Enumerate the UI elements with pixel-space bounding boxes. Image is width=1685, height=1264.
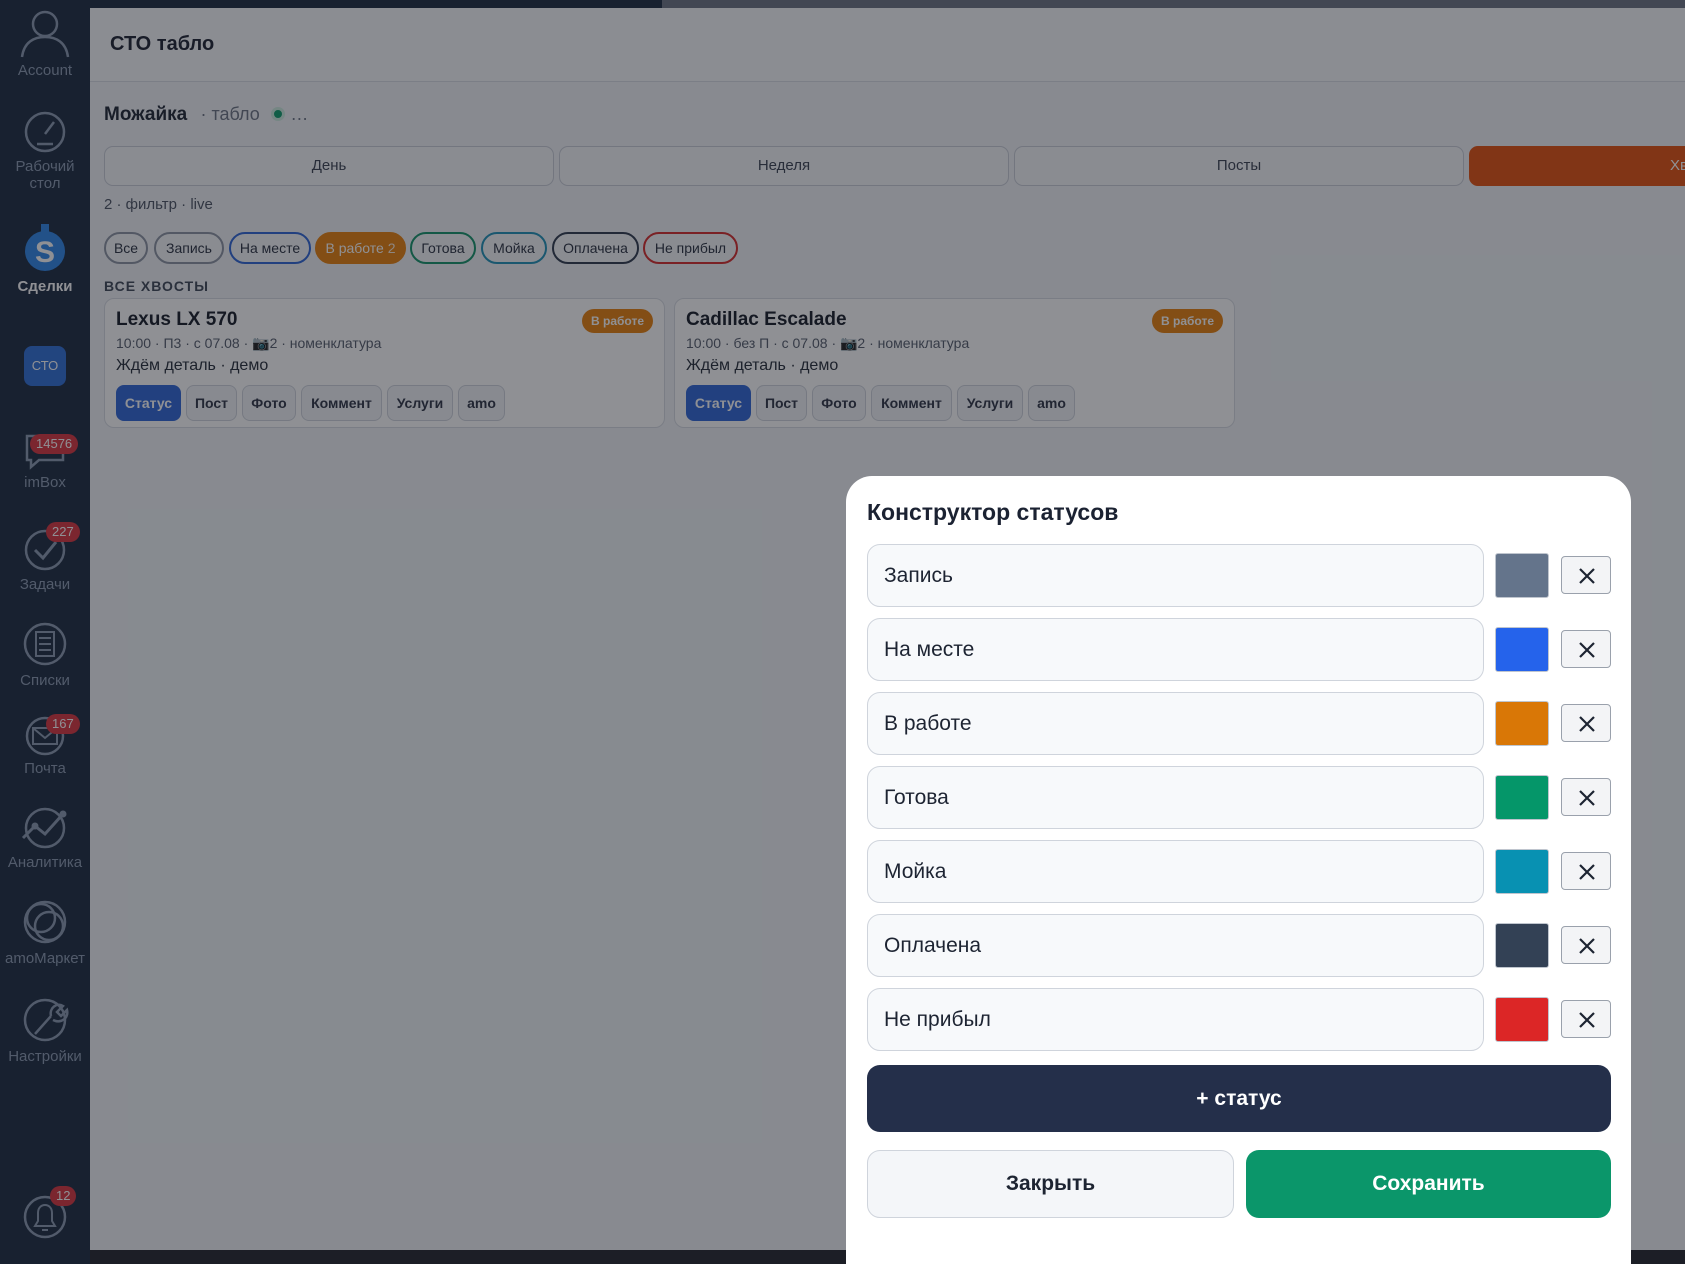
close-icon [1579,790,1595,806]
delete-status-button[interactable] [1561,1000,1611,1038]
save-button[interactable]: Сохранить [1246,1150,1611,1218]
status-color-swatch[interactable] [1495,553,1549,598]
status-row [867,988,1611,1051]
close-icon [1579,568,1595,584]
delete-status-button[interactable] [1561,630,1611,668]
add-status-button[interactable]: + статус [867,1065,1611,1132]
status-row [867,914,1611,977]
status-row [867,840,1611,903]
delete-status-button[interactable] [1561,926,1611,964]
status-builder-modal: Конструктор статусов Запись На месте В р… [846,476,1631,1264]
status-row [867,618,1611,681]
close-icon [1579,642,1595,658]
close-button[interactable]: Закрыть [867,1150,1234,1218]
close-icon [1579,716,1595,732]
status-name-input[interactable] [867,766,1484,829]
status-name-input[interactable] [867,840,1484,903]
delete-status-button[interactable] [1561,704,1611,742]
close-icon [1579,864,1595,880]
status-color-swatch[interactable] [1495,997,1549,1042]
status-color-swatch[interactable] [1495,849,1549,894]
status-row [867,544,1611,607]
status-name-input[interactable] [867,692,1484,755]
status-name-input[interactable] [867,914,1484,977]
status-color-swatch[interactable] [1495,701,1549,746]
status-color-swatch[interactable] [1495,923,1549,968]
close-icon [1579,1012,1595,1028]
close-icon [1579,938,1595,954]
delete-status-button[interactable] [1561,778,1611,816]
status-name-input[interactable] [867,544,1484,607]
status-name-input[interactable] [867,618,1484,681]
delete-status-button[interactable] [1561,556,1611,594]
status-color-swatch[interactable] [1495,775,1549,820]
status-row [867,766,1611,829]
status-name-input[interactable] [867,988,1484,1051]
status-row [867,692,1611,755]
modal-title: Конструктор статусов [867,499,1119,525]
status-color-swatch[interactable] [1495,627,1549,672]
delete-status-button[interactable] [1561,852,1611,890]
